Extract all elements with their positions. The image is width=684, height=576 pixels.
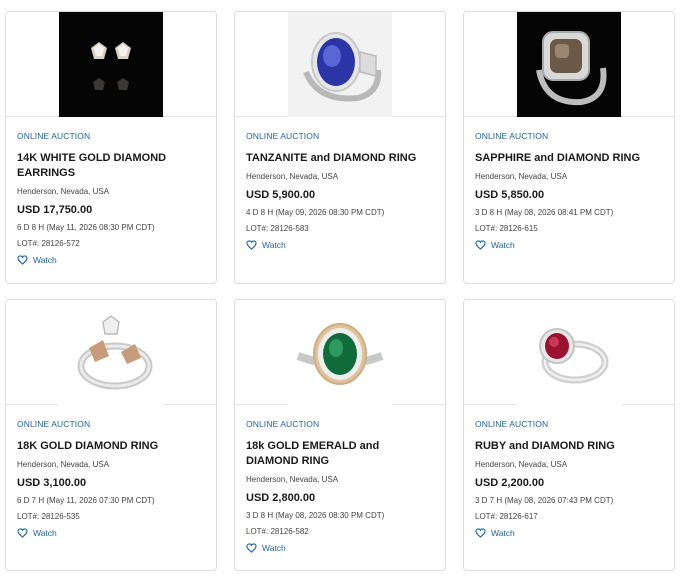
listing-title[interactable]: RUBY and DIAMOND RING bbox=[475, 439, 663, 454]
lot-number: LOT#: 28126-617 bbox=[475, 512, 538, 521]
tanzanite-ring-image[interactable] bbox=[288, 12, 392, 117]
listing-price: USD 2,200.00 bbox=[475, 477, 545, 489]
listing-image-area[interactable] bbox=[6, 300, 216, 405]
listing-price: USD 5,850.00 bbox=[475, 189, 545, 201]
listing-title[interactable]: 18k GOLD EMERALD and DIAMOND RING bbox=[246, 439, 434, 469]
listing-image-area[interactable] bbox=[235, 300, 445, 405]
listing-location: Henderson, Nevada, USA bbox=[246, 172, 339, 181]
listing-card[interactable]: ONLINE AUCTION TANZANITE and DIAMOND RIN… bbox=[234, 11, 446, 284]
watch-button[interactable]: Watch bbox=[475, 240, 663, 250]
watch-button[interactable]: Watch bbox=[246, 543, 434, 553]
heart-icon bbox=[475, 240, 486, 250]
heart-icon bbox=[475, 528, 486, 538]
listing-title[interactable]: 14K WHITE GOLD DIAMOND EARRINGS bbox=[17, 151, 205, 181]
listing-image-area[interactable] bbox=[464, 300, 674, 405]
listing-image-area[interactable] bbox=[6, 12, 216, 117]
listing-title[interactable]: TANZANITE and DIAMOND RING bbox=[246, 151, 434, 166]
watch-label: Watch bbox=[262, 240, 286, 250]
time-remaining: 4 D 8 H (May 09, 2026 08:30 PM CDT) bbox=[246, 208, 385, 217]
listing-price: USD 17,750.00 bbox=[17, 204, 93, 216]
listing-price: USD 2,800.00 bbox=[246, 492, 316, 504]
listing-location: Henderson, Nevada, USA bbox=[475, 172, 568, 181]
listing-location: Henderson, Nevada, USA bbox=[246, 475, 339, 484]
listing-location: Henderson, Nevada, USA bbox=[475, 460, 568, 469]
watch-button[interactable]: Watch bbox=[246, 240, 434, 250]
auction-type: ONLINE AUCTION bbox=[246, 131, 320, 141]
diamond-earrings-image[interactable] bbox=[59, 12, 163, 117]
watch-label: Watch bbox=[33, 528, 57, 538]
listing-image-area[interactable] bbox=[235, 12, 445, 117]
auction-type: ONLINE AUCTION bbox=[475, 131, 549, 141]
listing-grid: ONLINE AUCTION 14K WHITE GOLD DIAMOND EA… bbox=[0, 0, 684, 576]
listing-title[interactable]: SAPPHIRE and DIAMOND RING bbox=[475, 151, 663, 166]
sapphire-ring-image[interactable] bbox=[517, 12, 621, 117]
listing-card[interactable]: ONLINE AUCTION 18K GOLD DIAMOND RING Hen… bbox=[5, 299, 217, 571]
watch-label: Watch bbox=[33, 255, 57, 265]
listing-price: USD 3,100.00 bbox=[17, 477, 87, 489]
lot-number: LOT#: 28126-572 bbox=[17, 239, 80, 248]
watch-button[interactable]: Watch bbox=[475, 528, 663, 538]
ruby-ring-image[interactable] bbox=[517, 300, 621, 405]
watch-label: Watch bbox=[491, 240, 515, 250]
heart-icon bbox=[17, 528, 28, 538]
time-remaining: 3 D 8 H (May 08, 2026 08:41 PM CDT) bbox=[475, 208, 614, 217]
heart-icon bbox=[17, 255, 28, 265]
listing-card[interactable]: ONLINE AUCTION RUBY and DIAMOND RING Hen… bbox=[463, 299, 675, 571]
lot-number: LOT#: 28126-535 bbox=[17, 512, 80, 521]
listing-title[interactable]: 18K GOLD DIAMOND RING bbox=[17, 439, 205, 454]
gold-diamond-ring-image[interactable] bbox=[59, 300, 163, 405]
watch-button[interactable]: Watch bbox=[17, 255, 205, 265]
listing-card[interactable]: ONLINE AUCTION 14K WHITE GOLD DIAMOND EA… bbox=[5, 11, 217, 284]
time-remaining: 3 D 8 H (May 08, 2026 08:30 PM CDT) bbox=[246, 511, 385, 520]
watch-button[interactable]: Watch bbox=[17, 528, 205, 538]
heart-icon bbox=[246, 240, 257, 250]
auction-type: ONLINE AUCTION bbox=[475, 419, 549, 429]
time-remaining: 6 D 8 H (May 11, 2026 08:30 PM CDT) bbox=[17, 223, 155, 232]
lot-number: LOT#: 28126-615 bbox=[475, 224, 538, 233]
listing-price: USD 5,900.00 bbox=[246, 189, 316, 201]
listing-card[interactable]: ONLINE AUCTION SAPPHIRE and DIAMOND RING… bbox=[463, 11, 675, 284]
heart-icon bbox=[246, 543, 257, 553]
auction-type: ONLINE AUCTION bbox=[17, 419, 91, 429]
time-remaining: 6 D 7 H (May 11, 2026 07:30 PM CDT) bbox=[17, 496, 155, 505]
listing-image-area[interactable] bbox=[464, 12, 674, 117]
auction-type: ONLINE AUCTION bbox=[246, 419, 320, 429]
watch-label: Watch bbox=[262, 543, 286, 553]
auction-type: ONLINE AUCTION bbox=[17, 131, 91, 141]
time-remaining: 3 D 7 H (May 08, 2026 07:43 PM CDT) bbox=[475, 496, 614, 505]
listing-location: Henderson, Nevada, USA bbox=[17, 460, 110, 469]
listing-location: Henderson, Nevada, USA bbox=[17, 187, 110, 196]
emerald-ring-image[interactable] bbox=[288, 300, 392, 405]
listing-card[interactable]: ONLINE AUCTION 18k GOLD EMERALD and DIAM… bbox=[234, 299, 446, 571]
lot-number: LOT#: 28126-583 bbox=[246, 224, 309, 233]
lot-number: LOT#: 28126-582 bbox=[246, 527, 309, 536]
watch-label: Watch bbox=[491, 528, 515, 538]
